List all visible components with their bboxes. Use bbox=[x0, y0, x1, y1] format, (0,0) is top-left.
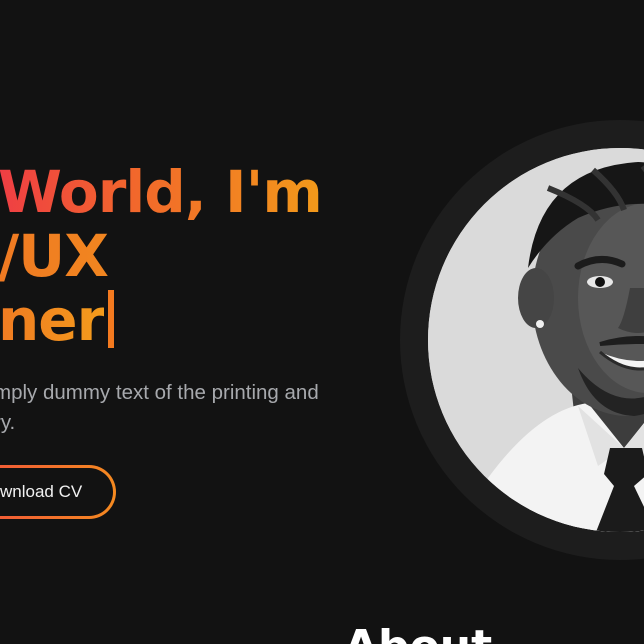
download-cv-button[interactable]: wnload CV bbox=[0, 465, 116, 519]
hero-description-line-1: mply dummy text of the printing and bbox=[0, 381, 319, 404]
headline-line-role-end: ner bbox=[0, 288, 322, 352]
download-cv-label: wnload CV bbox=[0, 482, 83, 501]
hero-description: mply dummy text of the printing and ry. bbox=[0, 378, 394, 438]
hero-headline: World, I'm /UX ner bbox=[0, 158, 323, 352]
hero-description-line-2: ry. bbox=[0, 411, 16, 434]
download-cv-button-inner[interactable]: wnload CV bbox=[0, 468, 113, 516]
headline-line-greeting: World, I'm bbox=[0, 158, 323, 226]
headline-line-role: /UX bbox=[0, 224, 322, 288]
hero-section: World, I'm /UX ner mply dummy text of th… bbox=[0, 0, 644, 644]
headline-line-role-end-text: ner bbox=[0, 286, 105, 354]
about-section-title: About bbox=[344, 622, 492, 644]
typing-caret bbox=[108, 290, 115, 348]
